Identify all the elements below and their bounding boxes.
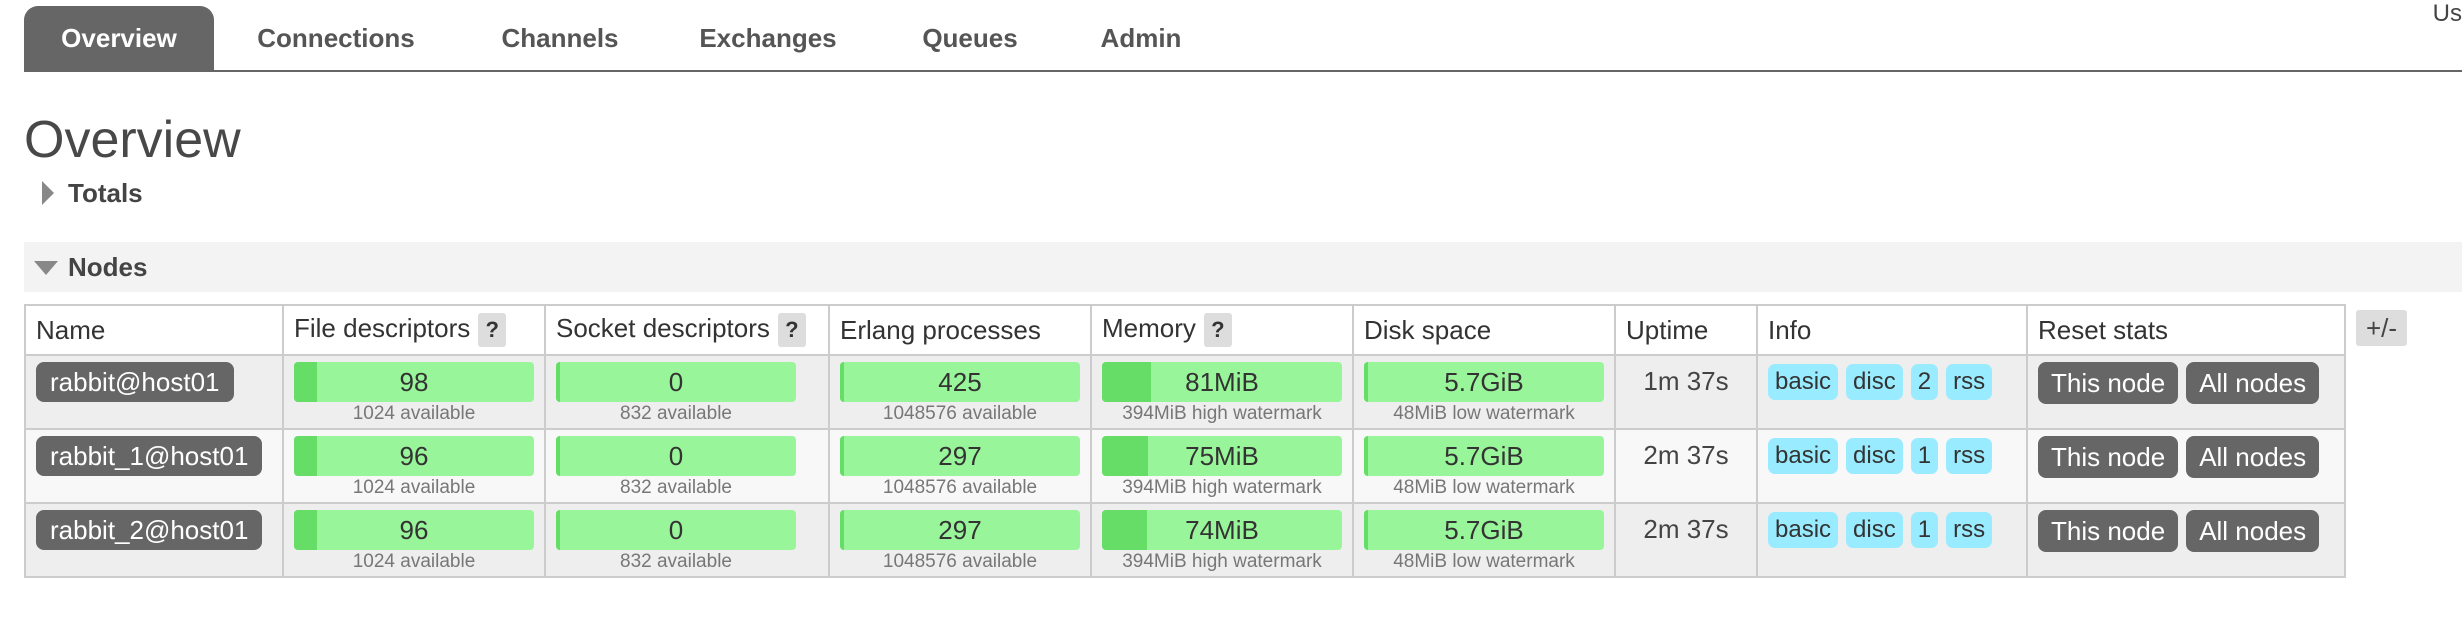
reset-this-node-button[interactable]: This node	[2038, 436, 2179, 478]
socket-descriptors-meter: 0	[556, 362, 796, 402]
expand-right-icon	[24, 168, 68, 218]
file-descriptors-meter: 98	[294, 362, 534, 402]
user-label: Us	[2432, 0, 2462, 27]
tab-channels[interactable]: Channels	[492, 0, 628, 68]
tab-queues[interactable]: Queues	[910, 0, 1030, 68]
memory-watermark: 394MiB high watermark	[1122, 477, 1322, 498]
info-badge-basic: basic	[1768, 438, 1839, 474]
tab-overview[interactable]: Overview	[24, 6, 214, 70]
tab-exchanges[interactable]: Exchanges	[688, 0, 848, 68]
socket-descriptors-available: 832 available	[620, 551, 732, 572]
file-descriptors-available: 1024 available	[352, 551, 476, 572]
erlang-processes-available: 1048576 available	[882, 477, 1038, 498]
file-descriptors-available: 1024 available	[352, 477, 476, 498]
info-badge-count: 1	[1910, 512, 1939, 548]
socket-descriptors-available: 832 available	[620, 403, 732, 424]
col-uptime: Uptime	[1614, 304, 1758, 356]
node-name-link[interactable]: rabbit@host01	[36, 362, 234, 402]
info-badge-basic: basic	[1768, 364, 1839, 400]
reset-this-node-button[interactable]: This node	[2038, 362, 2179, 404]
disk-space-watermark: 48MiB low watermark	[1393, 477, 1575, 498]
disk-space-meter: 5.7GiB	[1364, 436, 1604, 476]
info-badge-basic: basic	[1768, 512, 1839, 548]
erlang-processes-meter: 297	[840, 510, 1080, 550]
totals-toggle[interactable]: Totals	[24, 168, 143, 218]
reset-this-node-button[interactable]: This node	[2038, 510, 2179, 552]
file-descriptors-meter: 96	[294, 510, 534, 550]
col-name: Name	[24, 304, 284, 356]
info-badge-count: 1	[1910, 438, 1939, 474]
socket-descriptors-meter: 0	[556, 510, 796, 550]
help-icon[interactable]: ?	[777, 313, 806, 348]
page-title: Overview	[24, 111, 241, 169]
erlang-processes-meter: 425	[840, 362, 1080, 402]
col-file-descriptors: File descriptors?	[282, 304, 546, 356]
totals-label: Totals	[68, 178, 143, 208]
nodes-table: Name File descriptors? Socket descriptor…	[24, 304, 2346, 578]
node-name-link[interactable]: rabbit_2@host01	[36, 510, 263, 550]
reset-all-nodes-button[interactable]: All nodes	[2186, 436, 2320, 478]
erlang-processes-available: 1048576 available	[882, 551, 1038, 572]
col-disk-space: Disk space	[1352, 304, 1616, 356]
socket-descriptors-meter: 0	[556, 436, 796, 476]
disk-space-meter: 5.7GiB	[1364, 510, 1604, 550]
col-socket-descriptors: Socket descriptors?	[544, 304, 830, 356]
memory-watermark: 394MiB high watermark	[1122, 403, 1322, 424]
info-badge-count: 2	[1910, 364, 1939, 400]
help-icon[interactable]: ?	[1203, 313, 1232, 348]
disk-space-watermark: 48MiB low watermark	[1393, 403, 1575, 424]
socket-descriptors-available: 832 available	[620, 477, 732, 498]
main-nav: Overview Connections Channels Exchanges …	[24, 0, 2462, 72]
nodes-toggle[interactable]: Nodes	[24, 242, 147, 292]
reset-all-nodes-button[interactable]: All nodes	[2186, 510, 2320, 552]
uptime-value: 2m 37s	[1643, 440, 1729, 470]
info-badge-disc: disc	[1846, 512, 1903, 548]
table-row: rabbit_2@host01 96 1024 available 0 832 …	[24, 502, 2346, 578]
memory-meter: 74MiB	[1102, 510, 1342, 550]
file-descriptors-meter: 96	[294, 436, 534, 476]
uptime-value: 1m 37s	[1643, 366, 1729, 396]
disk-space-watermark: 48MiB low watermark	[1393, 551, 1575, 572]
info-badge-rss: rss	[1946, 512, 1993, 548]
table-row: rabbit_1@host01 96 1024 available 0 832 …	[24, 428, 2346, 504]
nodes-label: Nodes	[68, 252, 148, 282]
col-reset-stats: Reset stats	[2026, 304, 2346, 356]
node-name-link[interactable]: rabbit_1@host01	[36, 436, 263, 476]
col-info: Info	[1756, 304, 2028, 356]
erlang-processes-meter: 297	[840, 436, 1080, 476]
reset-all-nodes-button[interactable]: All nodes	[2186, 362, 2320, 404]
uptime-value: 2m 37s	[1643, 514, 1729, 544]
col-memory: Memory?	[1090, 304, 1354, 356]
memory-meter: 81MiB	[1102, 362, 1342, 402]
info-badge-rss: rss	[1946, 438, 1993, 474]
erlang-processes-available: 1048576 available	[882, 403, 1038, 424]
file-descriptors-available: 1024 available	[352, 403, 476, 424]
toggle-columns-button[interactable]: +/-	[2356, 310, 2408, 346]
help-icon[interactable]: ?	[478, 313, 507, 348]
memory-watermark: 394MiB high watermark	[1122, 551, 1322, 572]
info-badge-rss: rss	[1946, 364, 1993, 400]
disk-space-meter: 5.7GiB	[1364, 362, 1604, 402]
nodes-section-band	[24, 242, 2462, 292]
memory-meter: 75MiB	[1102, 436, 1342, 476]
col-erlang-processes: Erlang processes	[828, 304, 1092, 356]
collapse-down-icon	[24, 242, 68, 292]
info-badge-disc: disc	[1846, 364, 1903, 400]
table-header-row: Name File descriptors? Socket descriptor…	[24, 304, 2346, 356]
info-badge-disc: disc	[1846, 438, 1903, 474]
tab-admin[interactable]: Admin	[1086, 0, 1196, 68]
table-row: rabbit@host01 98 1024 available 0 832 av…	[24, 354, 2346, 430]
tab-connections[interactable]: Connections	[246, 0, 426, 68]
